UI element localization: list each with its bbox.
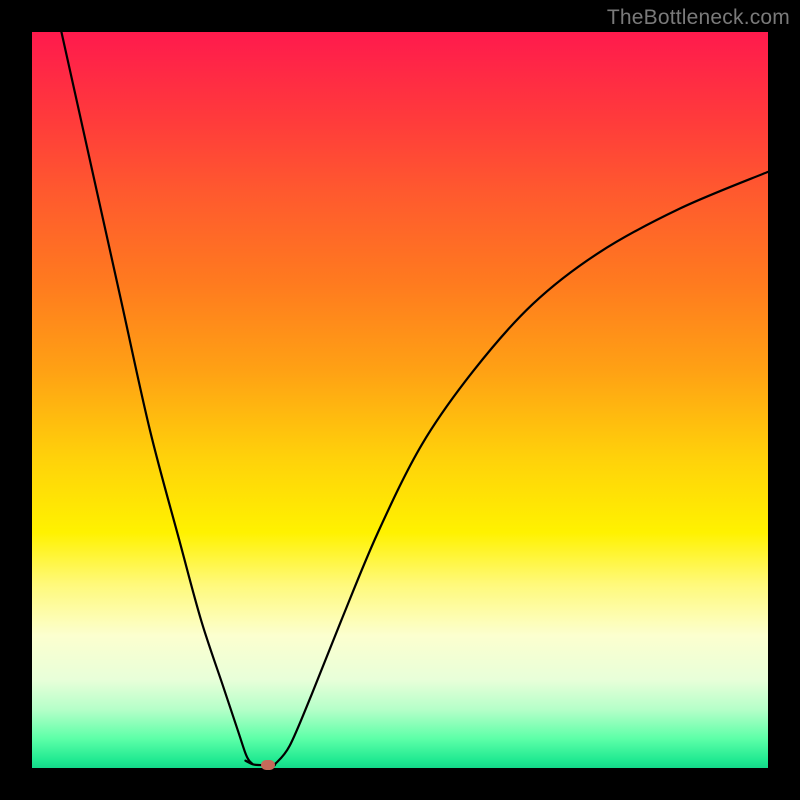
plot-area <box>32 32 768 768</box>
watermark-text: TheBottleneck.com <box>607 6 790 30</box>
minimum-marker <box>261 760 275 770</box>
chart-frame: TheBottleneck.com <box>0 0 800 800</box>
bottleneck-curve <box>32 32 768 768</box>
